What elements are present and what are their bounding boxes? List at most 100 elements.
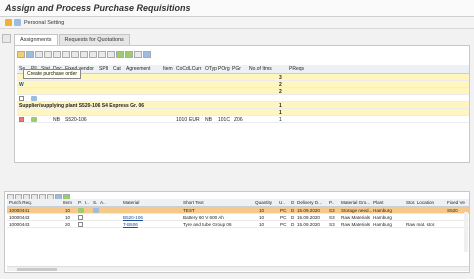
- row-material-link[interactable]: B520-106: [123, 215, 143, 220]
- tab-requests-for-quotations[interactable]: Requests for Quotations: [58, 34, 130, 45]
- row-select-checkbox[interactable]: [19, 96, 24, 101]
- col-header-a[interactable]: A..: [100, 200, 106, 205]
- vertical-scrollbar[interactable]: [464, 212, 468, 252]
- row-order-type: NB: [205, 117, 212, 123]
- sort-descending-icon[interactable]: [53, 51, 61, 58]
- row-purch-group: Z06: [234, 117, 243, 123]
- print-icon[interactable]: [89, 51, 97, 58]
- col-header-preqs[interactable]: PReqs: [289, 66, 304, 72]
- row-plant: Hamburg: [373, 222, 392, 227]
- row-item: 10: [65, 215, 71, 220]
- table-row-subtotal[interactable]: W 2: [17, 81, 469, 88]
- row-plant: Hamburg: [373, 215, 392, 220]
- delete-icon[interactable]: [134, 51, 142, 58]
- row-short-text: Battery 60 V 600 Ah: [183, 215, 224, 220]
- layout-icon[interactable]: [107, 51, 115, 58]
- table-row-vendor-total[interactable]: 1: [17, 109, 469, 116]
- tab-assignments[interactable]: Assignments: [14, 34, 58, 45]
- info-icon[interactable]: [143, 51, 151, 58]
- create-po-tooltip: Create purchase order: [23, 69, 82, 79]
- row-fixed-vendor: S520-106: [65, 117, 87, 123]
- row-checkbox[interactable]: [78, 215, 83, 220]
- row-quantity: 10: [259, 208, 265, 213]
- row-unit: PC: [280, 215, 287, 220]
- personal-setting-button[interactable]: Personal Setting: [24, 20, 64, 26]
- assignments-panel: Se.. Pll Stat Doc Fixed vendor SPII Cat …: [14, 45, 470, 163]
- row-company-code: 1010: [176, 117, 188, 123]
- sum-icon[interactable]: [71, 51, 79, 58]
- application-toolbar: Personal Setting: [0, 17, 474, 29]
- col-header-short-text[interactable]: Short Text: [183, 200, 204, 205]
- col-header-item[interactable]: Item: [63, 200, 72, 205]
- create-po-icon[interactable]: [17, 51, 25, 58]
- personal-setting-icon[interactable]: [14, 19, 21, 26]
- col-header-spii[interactable]: SPII: [99, 66, 108, 72]
- dropdown-icon[interactable]: [35, 51, 43, 58]
- scroll-thumb[interactable]: [17, 268, 57, 271]
- row-short-text: Tyre and tube Group 06: [183, 222, 232, 227]
- menu-icon[interactable]: [5, 19, 12, 26]
- col-header-d[interactable]: D: [291, 200, 294, 205]
- row-material-group: Storage need...: [341, 208, 373, 213]
- details-icon[interactable]: [26, 51, 34, 58]
- table-row[interactable]: 10000443 10 B520-106 Battery 60 V 600 Ah…: [7, 214, 469, 221]
- table-row-vendor-group[interactable]: Supplier/supplying plant S520-106 S4 Exp…: [17, 102, 469, 109]
- row-plant-short: S3: [329, 215, 335, 220]
- purchase-requisitions-panel: Purch.Req. Item P. I.. S. A.. Material S…: [4, 191, 470, 273]
- col-header-item[interactable]: Item: [163, 66, 173, 72]
- col-header-agreement[interactable]: Agreement: [126, 66, 150, 72]
- row-fixed-vendor: S520: [447, 208, 458, 213]
- row-checkbox[interactable]: [78, 222, 83, 227]
- col-header-i[interactable]: I..: [85, 200, 89, 205]
- col-header-pgr[interactable]: PGr: [232, 66, 241, 72]
- col-header-cocd[interactable]: CoCd: [176, 66, 189, 72]
- col-header-fixed-vendor[interactable]: Fixed Ve: [447, 200, 465, 205]
- col-header-no-of-items[interactable]: No.of Itms: [249, 66, 272, 72]
- col-header-cat[interactable]: Cat: [113, 66, 121, 72]
- row-delivery-date: 15.09.2020: [297, 222, 320, 227]
- document-icon: [31, 96, 37, 101]
- table-row[interactable]: [17, 95, 469, 102]
- col-header-purch-req[interactable]: Purch.Req.: [9, 200, 32, 205]
- row-material-group: Raw Materials: [341, 222, 371, 227]
- col-header-s[interactable]: S.: [93, 200, 97, 205]
- row-purch-req: 10000441: [9, 208, 30, 213]
- table-row[interactable]: NB S520-106 1010 EUR NB 101C Z06 1: [17, 116, 469, 123]
- row-select-checkbox[interactable]: [19, 117, 24, 122]
- window-title: Assign and Process Purchase Requisitions: [5, 3, 191, 13]
- row-plant-short: S3: [329, 222, 335, 227]
- subtotal-icon[interactable]: [80, 51, 88, 58]
- col-header-material-group[interactable]: Material Gro...: [341, 200, 370, 205]
- export-icon[interactable]: [98, 51, 106, 58]
- table-row[interactable]: 10000441 10 TEST 10 PC D 15.09.2020 S3 S…: [7, 207, 469, 214]
- status-ok-icon: [31, 117, 37, 122]
- release-icon[interactable]: [125, 51, 133, 58]
- row-doc-type: NB: [53, 117, 60, 123]
- col-header-p[interactable]: P.: [78, 200, 82, 205]
- row-unit: PC: [280, 222, 287, 227]
- table-row[interactable]: 10000443 20 T-B506 Tyre and tube Group 0…: [7, 221, 469, 228]
- row-date-type: D: [291, 215, 295, 220]
- col-header-material[interactable]: Material: [123, 200, 139, 205]
- sort-ascending-icon[interactable]: [44, 51, 52, 58]
- filter-icon[interactable]: [62, 51, 70, 58]
- col-header-otyp[interactable]: OTyp: [205, 66, 217, 72]
- table-row-subtotal[interactable]: 2: [17, 88, 469, 95]
- col-header-p2[interactable]: P..: [329, 200, 334, 205]
- col-header-quantity[interactable]: Quantity: [255, 200, 272, 205]
- col-header-unit[interactable]: U..: [279, 200, 285, 205]
- document-overview-toggle[interactable]: [2, 34, 11, 43]
- col-header-lcurr[interactable]: LCurr: [189, 66, 202, 72]
- table-row-grand-total[interactable]: 3: [17, 74, 469, 81]
- row-material-link[interactable]: T-B506: [123, 222, 138, 227]
- row-date-type: D: [291, 208, 295, 213]
- horizontal-scrollbar[interactable]: [7, 266, 469, 271]
- col-header-delivery-date[interactable]: Delivery D...: [297, 200, 322, 205]
- col-header-plant[interactable]: Plant: [373, 200, 383, 205]
- row-date-type: D: [291, 222, 295, 227]
- col-header-storage-location[interactable]: Stor. Location: [406, 200, 434, 205]
- row-currency: EUR: [189, 117, 200, 123]
- col-header-porg[interactable]: POrg: [218, 66, 230, 72]
- document-icon[interactable]: [93, 208, 99, 213]
- assign-icon[interactable]: [116, 51, 124, 58]
